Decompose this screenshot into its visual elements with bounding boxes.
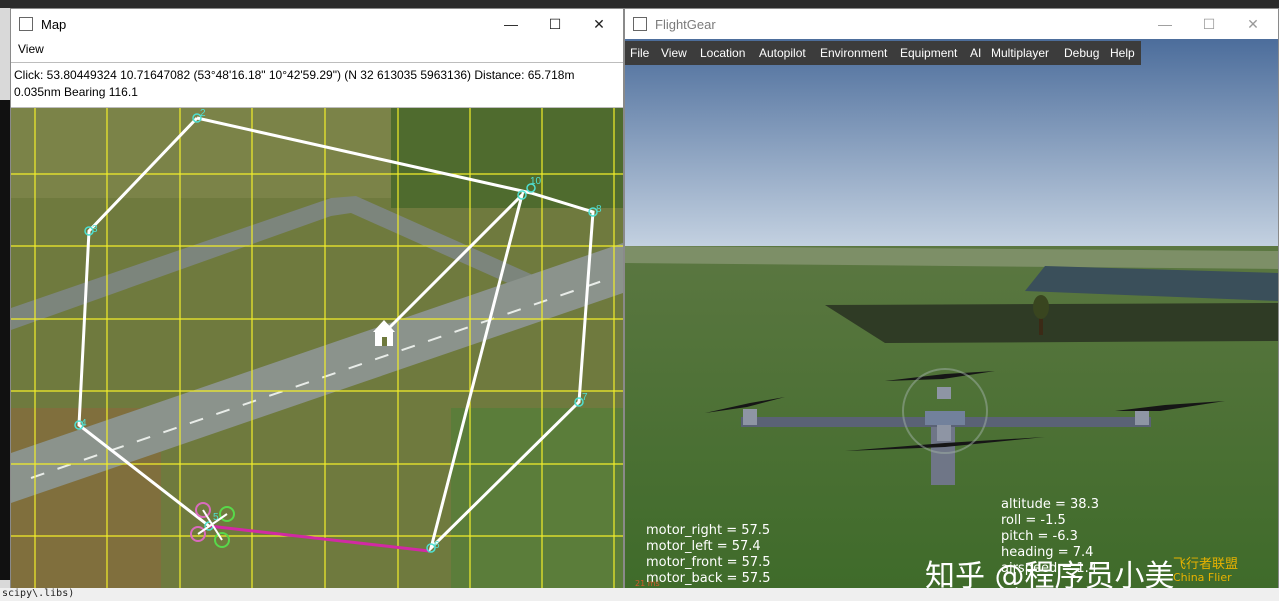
- menu-view[interactable]: View: [661, 46, 687, 60]
- background-terminal: [0, 100, 10, 580]
- roll-readout: roll = -1.5: [1001, 513, 1066, 528]
- motor-right-readout: motor_right = 57.5: [646, 523, 771, 538]
- click-info-panel: Click: 53.80449324 10.71647082 (53°48'16…: [11, 62, 623, 108]
- flightgear-window[interactable]: FlightGear — ☐ ✕ motor_right = 57.5 moto…: [624, 8, 1279, 588]
- background-window-strip: [0, 0, 1279, 8]
- map-svg[interactable]: 2 3 4 5 6 7 8 10: [11, 108, 623, 588]
- background-terminal-bottom: scipy\.libs): [0, 588, 1279, 601]
- minimize-button[interactable]: —: [1143, 12, 1187, 36]
- map-canvas[interactable]: 2 3 4 5 6 7 8 10: [11, 108, 623, 588]
- close-button[interactable]: ✕: [1231, 12, 1275, 36]
- menu-debug[interactable]: Debug: [1064, 46, 1099, 60]
- motor-front-readout: motor_front = 57.5: [646, 555, 771, 570]
- motor-back-readout: motor_back = 57.5: [646, 571, 771, 586]
- fg-menubar: File View Location Autopilot Environment…: [625, 41, 1141, 65]
- menu-view[interactable]: View: [18, 42, 44, 56]
- menu-file[interactable]: File: [630, 46, 649, 60]
- close-button[interactable]: ✕: [577, 12, 621, 36]
- menu-environment[interactable]: Environment: [820, 46, 887, 60]
- scene-svg[interactable]: [625, 41, 1278, 588]
- waypoint-label: 6: [434, 540, 440, 551]
- menu-ai[interactable]: AI: [970, 46, 981, 60]
- watermark-text: 知乎 @程序员小美: [925, 559, 1175, 588]
- menu-equipment[interactable]: Equipment: [900, 46, 957, 60]
- click-info-line2: 0.035nm Bearing 116.1: [14, 85, 138, 99]
- app-icon: [19, 17, 33, 31]
- logo-cn: 飞行者联盟: [1173, 557, 1239, 572]
- click-info-line1: Click: 53.80449324 10.71647082 (53°48'16…: [14, 68, 575, 82]
- minimize-button[interactable]: —: [489, 12, 533, 36]
- maximize-button[interactable]: ☐: [533, 12, 577, 36]
- maximize-button[interactable]: ☐: [1187, 12, 1231, 36]
- waypoint-label: 4: [81, 418, 87, 429]
- menu-autopilot[interactable]: Autopilot: [759, 46, 806, 60]
- frame-time-readout: 21 ms: [635, 579, 660, 588]
- waypoint-label: 2: [200, 108, 206, 119]
- window-title: FlightGear: [655, 17, 716, 32]
- 3d-view[interactable]: motor_right = 57.5 motor_left = 57.4 mot…: [625, 41, 1278, 588]
- altitude-readout: altitude = 38.3: [1001, 497, 1099, 512]
- terminal-text: scipy\.libs): [2, 588, 75, 599]
- menu-help[interactable]: Help: [1110, 46, 1135, 60]
- waypoint-label: 7: [582, 392, 588, 403]
- map-window[interactable]: Map — ☐ ✕ View Click: 53.80449324 10.716…: [10, 8, 624, 588]
- motor-left-readout: motor_left = 57.4: [646, 539, 761, 554]
- fg-titlebar[interactable]: FlightGear — ☐ ✕: [625, 9, 1278, 39]
- map-titlebar[interactable]: Map — ☐ ✕: [11, 9, 623, 39]
- menu-multiplayer[interactable]: Multiplayer: [991, 46, 1049, 60]
- waypoint-label: 8: [596, 204, 602, 215]
- window-title: Map: [41, 17, 67, 32]
- pitch-readout: pitch = -6.3: [1001, 529, 1078, 544]
- waypoint-label: 3: [92, 224, 98, 235]
- waypoint-label: 10: [530, 176, 542, 187]
- menu-location[interactable]: Location: [700, 46, 745, 60]
- map-menubar: View: [11, 39, 623, 61]
- logo-en: China Flier: [1173, 571, 1232, 584]
- app-icon: [633, 17, 647, 31]
